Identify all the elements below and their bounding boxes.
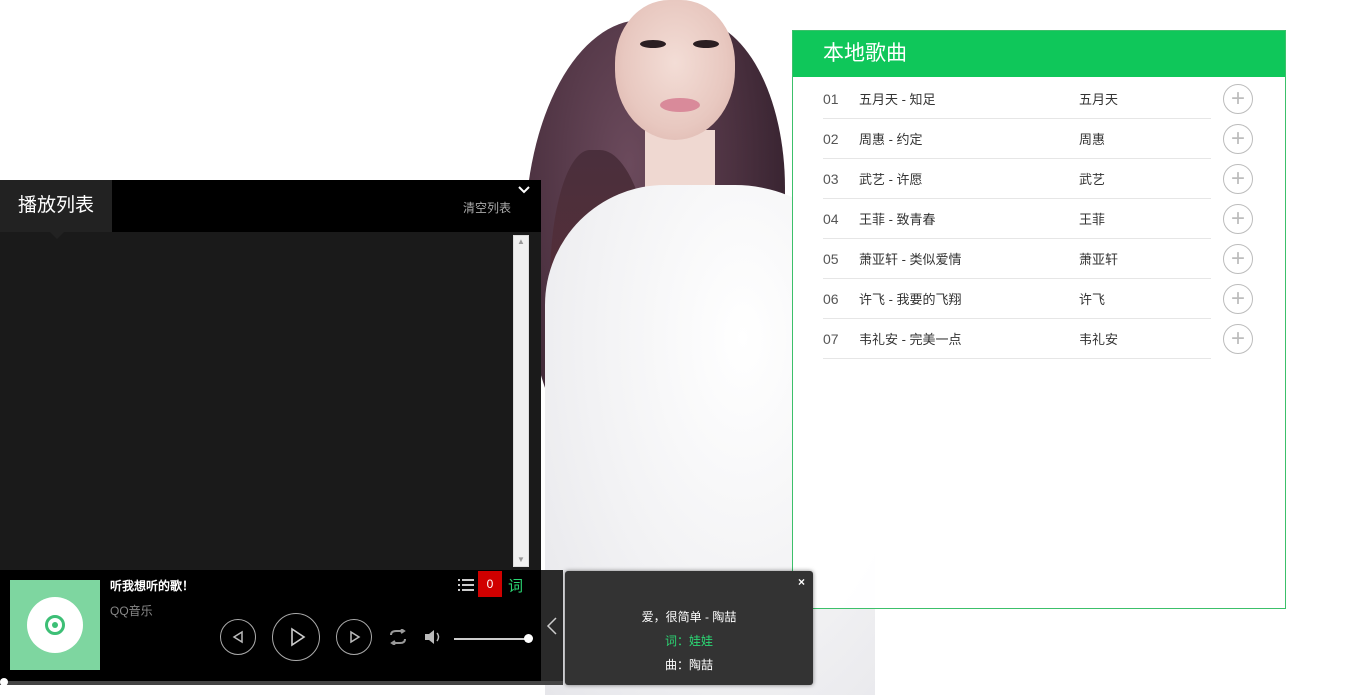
song-row[interactable]: 01 五月天 - 知足 五月天 + <box>823 79 1253 119</box>
volume-knob[interactable] <box>524 634 533 643</box>
song-artist: 韦礼安 <box>1079 332 1119 347</box>
play-icon <box>291 627 306 647</box>
song-number: 07 <box>823 330 839 347</box>
scroll-down-icon[interactable]: ▼ <box>514 554 528 566</box>
tab-playlist[interactable]: 播放列表 <box>0 180 112 232</box>
local-songs-panel: 本地歌曲 01 五月天 - 知足 五月天 + 02 周惠 - 约定 周惠 + 0… <box>792 30 1286 609</box>
lyrics-button[interactable]: 词 <box>508 575 523 596</box>
next-icon <box>350 630 361 644</box>
song-title[interactable]: 周惠 - 约定 <box>859 129 1079 148</box>
playlist-scrollbar[interactable]: ▲ ▼ <box>513 235 529 567</box>
previous-icon <box>232 630 243 644</box>
song-title[interactable]: 武艺 - 许愿 <box>859 169 1079 188</box>
current-song-name: 听我想听的歌！ <box>110 579 195 593</box>
add-icon[interactable]: + <box>1223 244 1253 274</box>
previous-button[interactable] <box>220 619 256 655</box>
list-icon[interactable] <box>458 578 474 592</box>
clear-list-button[interactable]: 清空列表 <box>463 199 511 216</box>
song-number: 02 <box>823 130 839 147</box>
progress-bar[interactable] <box>0 681 563 685</box>
player-bar: 听我想听的歌！ QQ音乐 0 词 <box>0 570 541 681</box>
song-artist: 萧亚轩 <box>1079 252 1119 267</box>
chevron-down-icon[interactable] <box>517 183 531 197</box>
song-number: 04 <box>823 210 839 227</box>
collapse-player-button[interactable] <box>541 570 563 681</box>
song-title[interactable]: 许飞 - 我要的飞翔 <box>859 289 1079 308</box>
lyrics-lyricist: 词：娃娃 <box>664 634 713 648</box>
chevron-left-icon <box>546 617 557 635</box>
play-button[interactable] <box>272 613 320 661</box>
album-cover <box>10 580 100 670</box>
song-row[interactable]: 04 王菲 - 致青春 王菲 + <box>823 199 1253 239</box>
song-artist: 王菲 <box>1079 212 1106 227</box>
tab-arrow <box>50 232 64 239</box>
scroll-up-icon[interactable]: ▲ <box>514 236 528 248</box>
song-row[interactable]: 07 韦礼安 - 完美一点 韦礼安 + <box>823 319 1253 359</box>
close-icon[interactable]: × <box>798 575 805 589</box>
add-icon[interactable]: + <box>1223 284 1253 314</box>
lyrics-composer: 曲：陶喆 <box>664 658 713 672</box>
song-number: 01 <box>823 90 839 107</box>
volume-icon[interactable] <box>424 628 442 646</box>
song-artist: 五月天 <box>1079 92 1119 107</box>
song-title[interactable]: 五月天 - 知足 <box>859 89 1079 108</box>
song-title[interactable]: 王菲 - 致青春 <box>859 209 1079 228</box>
add-icon[interactable]: + <box>1223 324 1253 354</box>
song-number: 05 <box>823 250 839 267</box>
next-button[interactable] <box>336 619 372 655</box>
song-artist: 武艺 <box>1079 172 1106 187</box>
add-icon[interactable]: + <box>1223 164 1253 194</box>
playlist-panel: 播放列表 清空列表 ▲ ▼ <box>0 180 541 570</box>
song-number: 03 <box>823 170 839 187</box>
volume-slider[interactable] <box>454 638 528 640</box>
lyrics-popup: × 爱，很简单 - 陶喆 词：娃娃 曲：陶喆 <box>565 571 813 685</box>
disc-icon <box>27 597 83 653</box>
song-title[interactable]: 韦礼安 - 完美一点 <box>859 329 1079 348</box>
song-row[interactable]: 05 萧亚轩 - 类似爱情 萧亚轩 + <box>823 239 1253 279</box>
song-list: 01 五月天 - 知足 五月天 + 02 周惠 - 约定 周惠 + 03 武艺 … <box>793 77 1285 359</box>
song-row[interactable]: 06 许飞 - 我要的飞翔 许飞 + <box>823 279 1253 319</box>
progress-knob[interactable] <box>0 678 8 686</box>
song-row[interactable]: 02 周惠 - 约定 周惠 + <box>823 119 1253 159</box>
add-icon[interactable]: + <box>1223 204 1253 234</box>
local-songs-title: 本地歌曲 <box>793 31 1285 77</box>
add-icon[interactable]: + <box>1223 84 1253 114</box>
song-title[interactable]: 萧亚轩 - 类似爱情 <box>859 249 1079 268</box>
song-artist: 周惠 <box>1079 132 1106 147</box>
add-icon[interactable]: + <box>1223 124 1253 154</box>
current-song-source: QQ音乐 <box>110 604 153 618</box>
song-number: 06 <box>823 290 839 307</box>
playlist-header: 播放列表 清空列表 <box>0 180 541 239</box>
lyrics-title: 爱，很简单 - 陶喆 <box>641 610 737 624</box>
playlist-count-badge: 0 <box>478 571 502 597</box>
song-artist: 许飞 <box>1079 292 1106 307</box>
song-row[interactable]: 03 武艺 - 许愿 武艺 + <box>823 159 1253 199</box>
loop-icon[interactable] <box>387 628 409 646</box>
